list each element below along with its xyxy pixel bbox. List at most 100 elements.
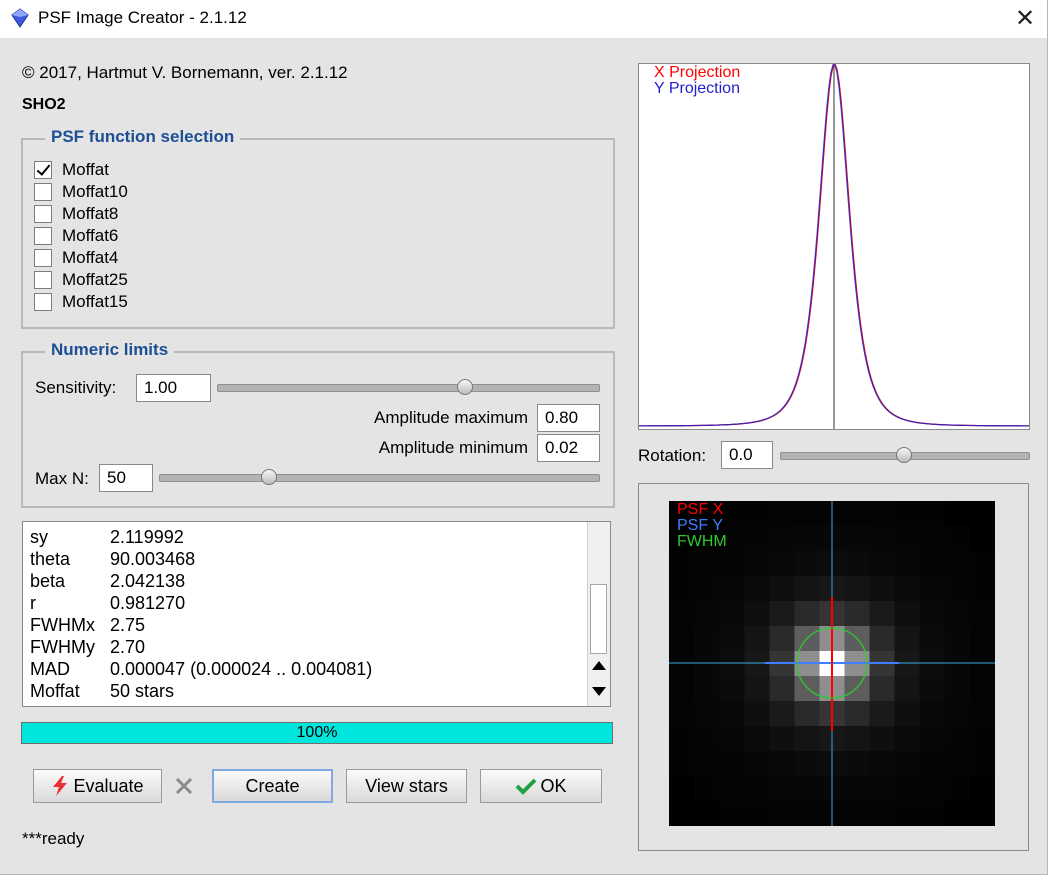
results-row: FWHMy 2.70 [30, 637, 145, 659]
psf-pixel [869, 501, 895, 526]
create-label: Create [245, 775, 300, 796]
ok-button[interactable]: OK [480, 769, 602, 803]
result-value: 50 stars [110, 681, 175, 701]
psf-pixel [844, 676, 870, 701]
results-row: MAD 0.000047 (0.000024 .. 0.004081) [30, 659, 372, 681]
evaluate-button[interactable]: Evaluate [33, 769, 162, 803]
psf-pixel [669, 726, 695, 751]
psf-pixel [769, 601, 795, 626]
checkbox[interactable] [34, 227, 52, 245]
ok-label: OK [540, 775, 567, 796]
checkbox[interactable] [34, 183, 52, 201]
psf-pixel [944, 751, 970, 776]
checkbox[interactable] [34, 271, 52, 289]
amplitude-minimum-label: Amplitude minimum [378, 438, 528, 457]
result-value: 90.003468 [110, 549, 196, 569]
max-n-slider-track[interactable] [159, 474, 600, 482]
psf-pixel [794, 676, 820, 701]
psf-pixel [719, 626, 745, 651]
x-icon[interactable] [174, 776, 194, 796]
create-button[interactable]: Create [212, 769, 333, 803]
psf-pixel [944, 576, 970, 601]
checkbox[interactable] [34, 161, 52, 179]
psf-pixel [894, 501, 920, 526]
psf-pixel [919, 501, 945, 526]
result-value: 0.981270 [110, 593, 186, 613]
sensitivity-slider-thumb[interactable] [456, 379, 473, 395]
psf-pixel [894, 701, 920, 726]
psf-pixel [894, 601, 920, 626]
psf-pixel [719, 576, 745, 601]
checkbox[interactable] [34, 249, 52, 267]
close-button[interactable]: ✕ [1003, 0, 1047, 36]
psf-option-label: Moffat25 [62, 270, 128, 289]
psf-pixel [944, 776, 970, 801]
psf-pixel [719, 801, 745, 826]
evaluate-label: Evaluate [73, 775, 144, 796]
psf-pixel [844, 726, 870, 751]
psf-option-4[interactable]: Moffat4 [34, 247, 118, 269]
psf-pixel [769, 501, 795, 526]
psf-pixel [919, 601, 945, 626]
psf-pixel [694, 726, 720, 751]
psf-pixel [869, 626, 895, 651]
psf-pixel [744, 676, 770, 701]
view-stars-button[interactable]: View stars [346, 769, 467, 803]
psf-option-3[interactable]: Moffat6 [34, 225, 118, 247]
psf-pixel [894, 551, 920, 576]
sensitivity-field[interactable]: 1.00 [136, 374, 211, 402]
psf-pixel [844, 776, 870, 801]
max-n-field[interactable]: 50 [99, 464, 153, 492]
psf-option-6[interactable]: Moffat15 [34, 291, 128, 313]
results-list[interactable]: sy 2.119992 theta 90.003468 beta 2.042138 r 0.9… [22, 521, 611, 707]
results-scrollbar[interactable] [587, 522, 610, 706]
checkbox[interactable] [34, 205, 52, 223]
rotation-label: Rotation: [638, 446, 707, 465]
result-value: 2.70 [110, 637, 146, 657]
arrow-up-icon[interactable] [591, 660, 607, 672]
psf-pixel [919, 626, 945, 651]
result-key: beta [30, 571, 66, 591]
psf-option-1[interactable]: Moffat10 [34, 181, 128, 203]
checkbox[interactable] [34, 293, 52, 311]
psf-pixel [944, 601, 970, 626]
rotation-field[interactable]: 0.0 [721, 441, 773, 469]
result-key: FWHMy [30, 637, 95, 657]
results-row: theta 90.003468 [30, 549, 195, 571]
amplitude-minimum-field[interactable]: 0.02 [537, 434, 600, 462]
psf-pixel [844, 801, 870, 826]
result-value: 0.000047 (0.000024 .. 0.004081) [110, 659, 373, 679]
psf-pixel [694, 626, 720, 651]
psf-pixel [744, 626, 770, 651]
psf-pixel [944, 551, 970, 576]
psf-pixel [669, 551, 695, 576]
max-n-label: Max N: [35, 469, 89, 488]
psf-pixel [794, 601, 820, 626]
psf-pixel [669, 601, 695, 626]
psf-pixel [969, 751, 995, 776]
max-n-slider-thumb[interactable] [260, 469, 277, 485]
rotation-slider-thumb[interactable] [896, 447, 912, 463]
psf-pixel [694, 751, 720, 776]
psf-option-5[interactable]: Moffat25 [34, 269, 128, 291]
psf-pixel [919, 551, 945, 576]
amplitude-maximum-field[interactable]: 0.80 [537, 404, 600, 432]
arrow-down-icon[interactable] [591, 685, 607, 697]
psf-pixel [969, 726, 995, 751]
psf-pixel [769, 676, 795, 701]
fwhm-legend: FWHM [677, 533, 727, 550]
psf-pixel [744, 701, 770, 726]
psf-option-2[interactable]: Moffat8 [34, 203, 118, 225]
psf-pixel [919, 576, 945, 601]
numeric-limits-legend: Numeric limits [45, 340, 175, 360]
psf-pixel [769, 801, 795, 826]
results-scroll-thumb[interactable] [590, 584, 607, 654]
psf-option-0[interactable]: Moffat [34, 159, 109, 181]
psf-pixel [769, 701, 795, 726]
psf-pixel [794, 551, 820, 576]
result-value: 2.042138 [110, 571, 186, 591]
psf-pixel [719, 501, 745, 526]
psf-pixel [969, 551, 995, 576]
psf-image-panel: PSF X PSF Y FWHM [638, 483, 1029, 851]
sensitivity-slider-track[interactable] [217, 384, 600, 392]
